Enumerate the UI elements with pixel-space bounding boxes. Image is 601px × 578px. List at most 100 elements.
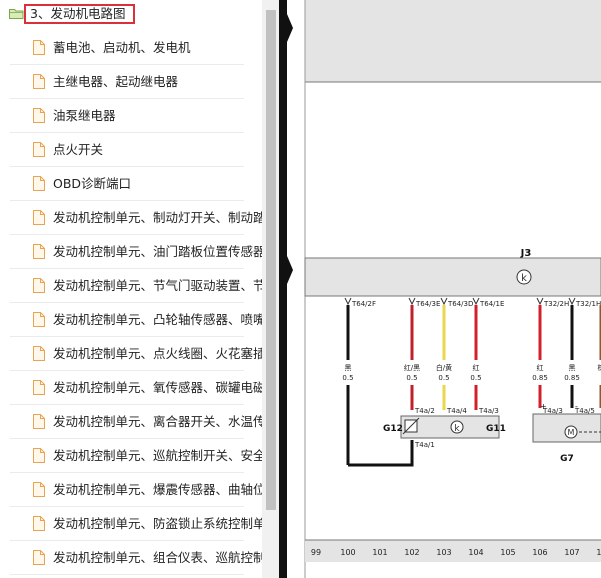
document-icon (33, 74, 45, 89)
document-icon (33, 482, 45, 497)
document-icon (33, 312, 45, 327)
svg-text:k: k (521, 273, 527, 284)
tree-item-label: 油泵继电器 (53, 108, 116, 123)
tree-item[interactable]: 发动机控制单元、点火线圈、火花塞插 (0, 337, 262, 371)
pin-label: T4a/5 (574, 407, 595, 415)
tree-item[interactable]: 油泵继电器 (0, 99, 262, 133)
page-edge-marker-top (287, 14, 293, 42)
folder-open-icon (9, 9, 24, 19)
tree-folder-row[interactable]: 3、发动机电路图 (0, 0, 262, 30)
wire-gauge-label: 0.5 (470, 374, 481, 382)
document-tree-panel: 3、发动机电路图 蓄电池、启动机、发电机主继电器、起动继电器油泵继电器点火开关 O… (0, 0, 279, 578)
k-symbol-icon: k (516, 269, 532, 285)
wire-gauge-label: 0.85 (564, 374, 580, 382)
connector-label: T64/1E (479, 300, 504, 308)
connector-label: T64/3E (415, 300, 440, 308)
wire-color-label: 白/黄 (436, 363, 452, 372)
connector-label: T32/2H (543, 300, 569, 308)
wire-color-label: 黑 (345, 364, 352, 372)
document-icon (33, 244, 45, 259)
tree-item[interactable]: 发动机控制单元、制动灯开关、制动踏 (0, 201, 262, 235)
tree-item[interactable]: 主继电器、起动继电器 (0, 65, 262, 99)
tree-item-label: 发动机控制单元、油门踏板位置传感器 (53, 244, 262, 259)
wire-gauge-label: 0.5 (438, 374, 449, 382)
tree-folder-title[interactable]: 3、发动机电路图 (24, 4, 136, 24)
ruler-number: 104 (468, 548, 483, 557)
ruler-number: 102 (404, 548, 419, 557)
wire-color-label: 棕 (598, 363, 601, 372)
pin-label: T4a/3 (478, 407, 499, 415)
ruler-number: 107 (564, 548, 579, 557)
tree-item[interactable]: 发动机控制单元、组合仪表、巡航控制 (0, 541, 262, 575)
tree-item[interactable]: 发动机控制单元、防盗锁止系统控制单 (0, 507, 262, 541)
tree-item-divider (10, 574, 244, 575)
wire-color-label: 红 (473, 363, 480, 372)
connector-arrow-icon (536, 297, 544, 306)
pin-label: T4a/3 (542, 407, 563, 415)
tree-item[interactable]: 发动机控制单元、油门踏板位置传感器 (0, 235, 262, 269)
tree-item[interactable]: 发动机控制单元、氧传感器、碳罐电磁 (0, 371, 262, 405)
motor-icon: M (564, 425, 578, 439)
tree-item-label: OBD诊断端口 (53, 176, 132, 191)
svg-text:M: M (568, 428, 575, 437)
pin-label: T4a/4 (446, 407, 467, 415)
tree-item[interactable]: 发动机控制单元、爆震传感器、曲轴位 (0, 473, 262, 507)
tree-item[interactable]: 蓄电池、启动机、发电机 (0, 31, 262, 65)
tree-item-label: 发动机控制单元、点火线圈、火花塞插 (53, 346, 262, 361)
wire-gauge-label: 0.5 (406, 374, 417, 382)
document-icon (33, 108, 45, 123)
connector-label: T64/3D (447, 300, 473, 308)
tree-item-label: 蓄电池、启动机、发电机 (53, 40, 191, 55)
tree-item-label: 发动机控制单元、组合仪表、巡航控制 (53, 550, 262, 565)
document-icon (33, 380, 45, 395)
connector-arrow-icon (568, 297, 576, 306)
connector-arrow-icon (440, 297, 448, 306)
tree-scrollbar-thumb[interactable] (266, 10, 276, 510)
svg-text:k: k (454, 424, 460, 434)
connector-arrow-icon (408, 297, 416, 306)
tree-item-label: 点火开关 (53, 142, 104, 157)
document-icon (33, 176, 45, 191)
tree-item[interactable]: 发动机控制单元、离合器开关、水温传 (0, 405, 262, 439)
tree-item[interactable]: 发动机控制单元、节气门驱动装置、节 (0, 269, 262, 303)
document-icon (33, 516, 45, 531)
document-icon (33, 414, 45, 429)
tree-item-label: 发动机控制单元、制动灯开关、制动踏 (53, 210, 262, 225)
tree-item-label: 发动机控制单元、巡航控制开关、安全 (53, 448, 262, 463)
document-icon (33, 278, 45, 293)
wiring-diagram-viewer: J3 k T64/2F T64/3E T64/3D T64/1E T32/2H T32/1… (287, 0, 601, 578)
previous-page-area (305, 0, 601, 82)
panel-splitter[interactable] (279, 0, 287, 578)
tree-item[interactable]: OBD诊断端口 (0, 167, 262, 201)
document-icon (33, 448, 45, 463)
ruler-number: 101 (372, 548, 387, 557)
component-label-g7: G7 (560, 454, 574, 464)
wire-color-label: 红/黑 (404, 363, 420, 372)
module-label: J3 (520, 248, 532, 259)
tree-item-label: 发动机控制单元、节气门驱动装置、节 (53, 278, 262, 293)
wire-ground-loop (348, 440, 414, 467)
wiring-diagram: J3 k T64/2F T64/3E T64/3D T64/1E T32/2H T32/1… (287, 0, 601, 578)
tree-item[interactable]: 点火开关 (0, 133, 262, 167)
document-icon (33, 210, 45, 225)
tree-item-label: 发动机控制单元、防盗锁止系统控制单 (53, 516, 262, 531)
wire-color-label: 红 (537, 363, 544, 372)
wire-gauge-label: 0.85 (532, 374, 548, 382)
wire-color-label: 黑 (569, 364, 576, 372)
pin-label: T4a/1 (414, 441, 435, 449)
document-icon (33, 142, 45, 157)
tree-item-label: 发动机控制单元、离合器开关、水温传 (53, 414, 262, 429)
wire-gauge-label: 0.5 (342, 374, 353, 382)
document-icon (33, 550, 45, 565)
connector-label: T64/2F (351, 300, 376, 308)
document-icon (33, 40, 45, 55)
tree-item[interactable]: 发动机控制单元、凸轮轴传感器、喷嘴 (0, 303, 262, 337)
control-unit-box (304, 257, 601, 297)
document-icon (33, 346, 45, 361)
connector-arrow-icon (472, 297, 480, 306)
tree-item-label: 发动机控制单元、凸轮轴传感器、喷嘴 (53, 312, 262, 327)
tree-item[interactable]: 发动机控制单元、巡航控制开关、安全 (0, 439, 262, 473)
connector-arrow-icon (344, 297, 352, 306)
ruler-number: 99 (311, 548, 321, 557)
page-edge-marker-mid (287, 256, 293, 284)
